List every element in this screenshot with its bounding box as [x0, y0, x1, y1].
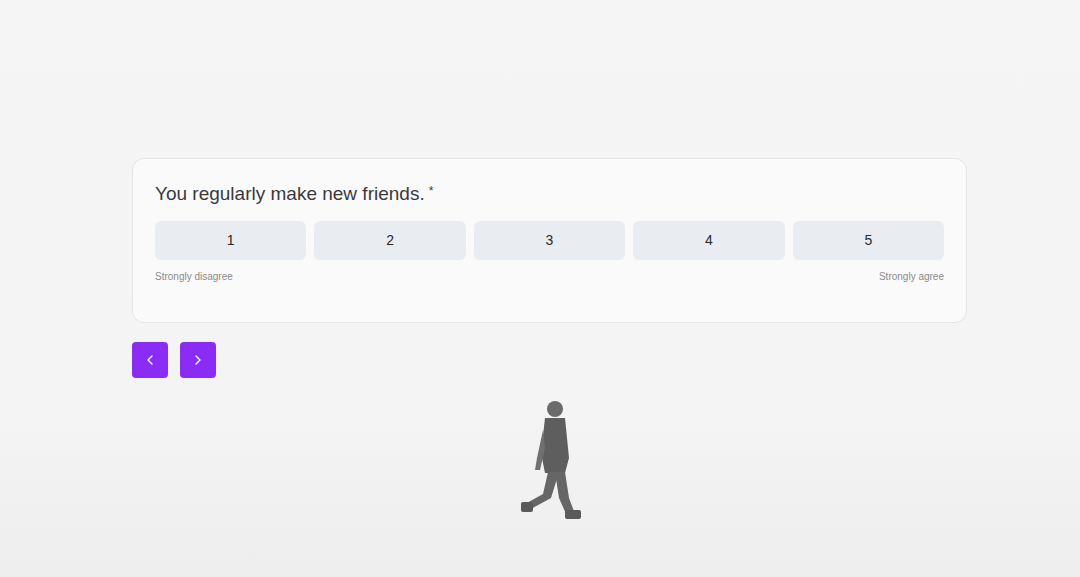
scale-labels: Strongly disagree Strongly agree	[155, 269, 944, 284]
chevron-left-icon	[142, 352, 158, 368]
min-label: Strongly disagree	[155, 269, 233, 284]
survey-content: You regularly make new friends.* 12345 Str…	[132, 0, 967, 378]
walking-person-icon	[515, 398, 590, 526]
rating-option[interactable]: 1	[155, 221, 306, 260]
question-title: You regularly make new friends.*	[155, 181, 944, 207]
max-label: Strongly agree	[879, 269, 944, 284]
survey-page: You regularly make new friends.* 12345 Str…	[0, 0, 1080, 577]
rating-option[interactable]: 2	[314, 221, 465, 260]
previous-button[interactable]	[132, 342, 168, 378]
required-mark: *	[429, 181, 434, 201]
rating-options: 12345	[155, 221, 944, 260]
rating-option[interactable]: 4	[633, 221, 784, 260]
chevron-right-icon	[190, 352, 206, 368]
question-card: You regularly make new friends.* 12345 Str…	[132, 158, 967, 323]
rating-option[interactable]: 3	[474, 221, 625, 260]
navigation	[132, 342, 967, 378]
next-button[interactable]	[180, 342, 216, 378]
rating-option[interactable]: 5	[793, 221, 944, 260]
